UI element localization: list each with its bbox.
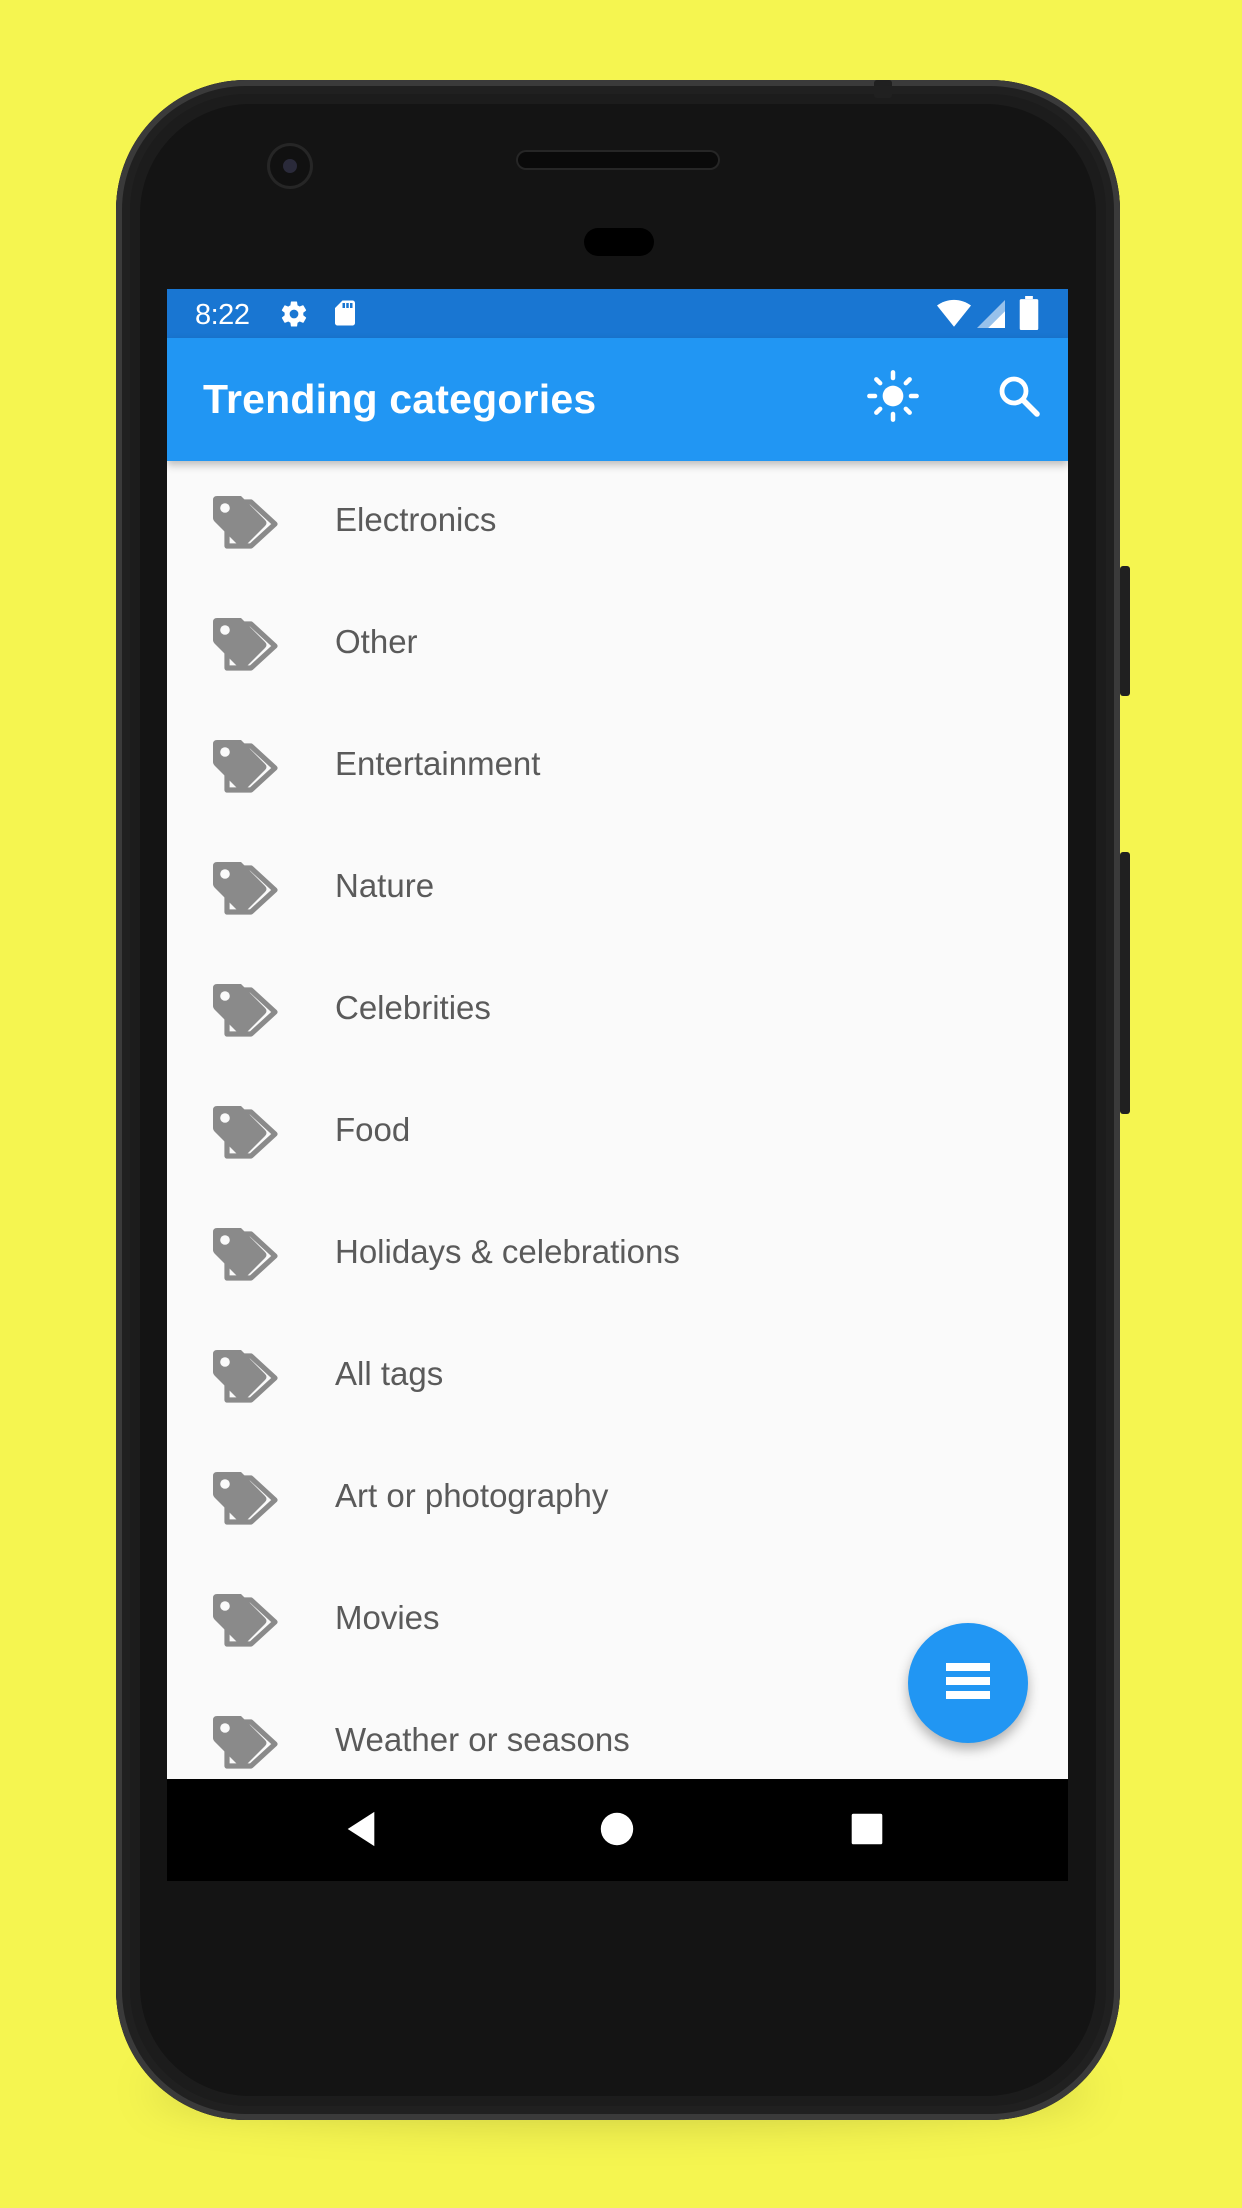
list-item-label: All tags <box>335 1355 444 1392</box>
navigation-bar <box>167 1779 1068 1881</box>
tag-icon <box>209 738 281 798</box>
status-bar: 8:22 <box>167 289 1068 338</box>
volume-button <box>1120 852 1130 1114</box>
earpiece-speaker <box>518 152 718 168</box>
back-button[interactable] <box>333 1803 389 1859</box>
tag-icon <box>209 494 281 554</box>
list-item-label: Electronics <box>335 501 497 538</box>
status-time: 8:22 <box>195 299 250 331</box>
cell-signal-icon <box>977 299 1005 334</box>
app-bar: Trending categories <box>167 338 1068 461</box>
tag-icon <box>209 982 281 1042</box>
tag-icon <box>209 1714 281 1774</box>
list-item[interactable]: Food <box>167 1071 1068 1193</box>
search-button[interactable] <box>987 366 1051 430</box>
tag-icon <box>209 616 281 676</box>
power-button <box>1120 566 1130 696</box>
phone-screen: 8:22 Trending categories Electronics Oth… <box>167 289 1068 1881</box>
gear-icon <box>279 299 309 334</box>
list-item[interactable]: Other <box>167 583 1068 705</box>
list-item[interactable]: Holidays & celebrations <box>167 1193 1068 1315</box>
list-item[interactable]: Celebrities <box>167 949 1068 1071</box>
phone-top-button <box>874 80 892 98</box>
list-item-label: Holidays & celebrations <box>335 1233 680 1270</box>
category-list: Electronics Other Entertainment Nature Celeb… <box>167 461 1068 1779</box>
home-icon <box>599 1811 635 1852</box>
list-item[interactable]: Entertainment <box>167 705 1068 827</box>
page-title: Trending categories <box>203 376 597 422</box>
list-item-label: Food <box>335 1111 411 1148</box>
list-item[interactable]: All tags <box>167 1315 1068 1437</box>
recents-icon <box>850 1812 884 1851</box>
battery-icon <box>1019 296 1039 335</box>
front-camera <box>270 146 310 186</box>
tag-icon <box>209 1348 281 1408</box>
proximity-sensor <box>584 228 654 256</box>
home-button[interactable] <box>589 1803 645 1859</box>
tag-icon <box>209 1592 281 1652</box>
sd-card-icon <box>330 297 360 334</box>
view-list-icon <box>946 1662 990 1704</box>
list-item-label: Nature <box>335 867 435 904</box>
list-item-label: Celebrities <box>335 989 491 1026</box>
tag-icon <box>209 1104 281 1164</box>
recents-button[interactable] <box>839 1803 895 1859</box>
back-icon <box>342 1810 380 1853</box>
tag-icon <box>209 860 281 920</box>
view-list-button[interactable] <box>908 1623 1028 1743</box>
list-item[interactable]: Nature <box>167 827 1068 949</box>
tag-icon <box>209 1226 281 1286</box>
list-item-label: Movies <box>335 1599 440 1636</box>
search-icon <box>995 372 1043 425</box>
brightness-icon <box>866 369 920 428</box>
list-item-label: Entertainment <box>335 745 541 782</box>
list-item-label: Weather or seasons <box>335 1721 630 1758</box>
tag-icon <box>209 1470 281 1530</box>
list-item-label: Art or photography <box>335 1477 609 1514</box>
wifi-icon <box>937 299 971 334</box>
list-item[interactable]: Electronics <box>167 461 1068 583</box>
brightness-button[interactable] <box>861 366 925 430</box>
list-item-label: Other <box>335 623 418 660</box>
list-item[interactable]: Art or photography <box>167 1437 1068 1559</box>
